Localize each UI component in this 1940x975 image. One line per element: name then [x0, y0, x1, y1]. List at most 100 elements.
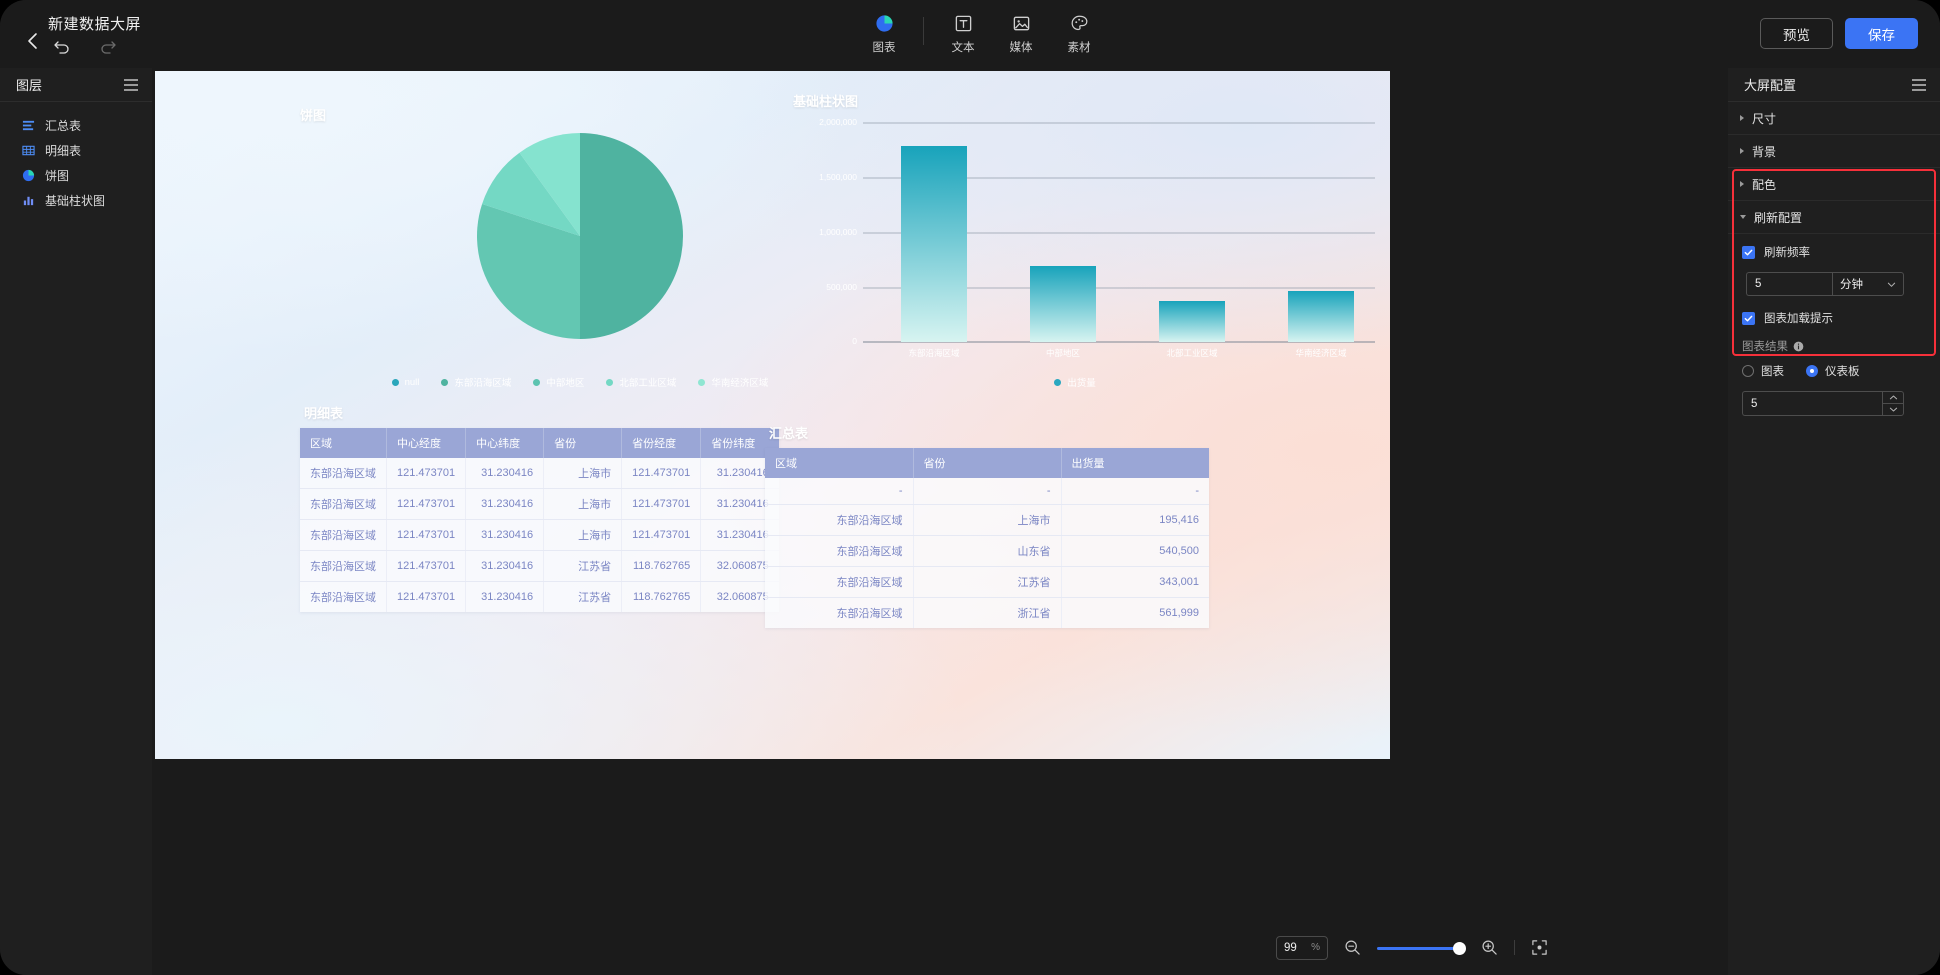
legend-item[interactable]: 出货量	[1054, 375, 1096, 389]
radio-dashboard[interactable]: 仪表板	[1806, 363, 1860, 379]
chevron-down-icon	[1889, 407, 1897, 412]
table-row[interactable]: 东部沿海区域 上海市 195,416	[765, 504, 1209, 536]
column-header[interactable]: 区域	[765, 448, 914, 478]
cell: -	[765, 478, 914, 505]
app-window: 新建数据大屏 图表 文本 媒体 素材 预览 保存 图层 汇总表 明细表 饼图 基…	[0, 0, 1940, 975]
canvas-area[interactable]: 饼图 null 东部沿海区域 中部地区 北部工业区域 华南经济区域 基础柱状图 …	[152, 68, 1728, 975]
y-tick-label: 1,000,000	[819, 227, 857, 237]
chevron-right-icon	[1740, 181, 1744, 187]
zoom-slider-handle[interactable]	[1453, 941, 1466, 955]
section-color-scheme[interactable]: 配色	[1728, 168, 1940, 201]
legend-item[interactable]: 东部沿海区域	[441, 375, 511, 389]
legend-label: 北部工业区域	[619, 378, 677, 389]
refresh-frequency-input[interactable]	[1746, 272, 1832, 296]
column-header[interactable]: 出货量	[1061, 448, 1209, 478]
stepper-increment-button[interactable]	[1883, 392, 1903, 404]
undo-icon	[54, 41, 69, 54]
bar	[1030, 266, 1096, 342]
zoom-out-button[interactable]	[1344, 939, 1361, 956]
chevron-down-icon	[1887, 282, 1896, 287]
refresh-config-body: 刷新频率 分钟 图表加载提示 图表结果	[1728, 234, 1940, 416]
stepper-buttons	[1882, 391, 1904, 416]
preview-button[interactable]: 预览	[1760, 18, 1833, 49]
column-header[interactable]: 省份经度	[621, 428, 702, 458]
zoom-slider-track	[1377, 946, 1465, 950]
dashboard-stage[interactable]: 饼图 null 东部沿海区域 中部地区 北部工业区域 华南经济区域 基础柱状图 …	[155, 71, 1390, 759]
summary-table: 区域 省份 出货量 - - - 东部沿海区域 上海市 195,416 东部沿海区…	[765, 448, 1209, 628]
column-header[interactable]: 中心经度	[386, 428, 467, 458]
refresh-unit-select[interactable]: 分钟	[1832, 272, 1904, 296]
tool-chart-label: 图表	[872, 42, 896, 54]
tool-media[interactable]: 媒体	[992, 11, 1050, 55]
table-row[interactable]: 东部沿海区域 121.473701 31.230416 江苏省 118.7627…	[300, 581, 779, 612]
chevron-right-icon	[1740, 148, 1744, 154]
bar-chart-widget[interactable]: 基础柱状图 2,000,000 1,500,000 1,000,000 500,…	[765, 83, 1385, 413]
collapse-panel-icon[interactable]	[1912, 78, 1926, 91]
stepper-decrement-button[interactable]	[1883, 404, 1903, 415]
collapse-panel-icon[interactable]	[124, 78, 138, 91]
bar	[901, 146, 967, 342]
refresh-frequency-checkbox[interactable]: 刷新频率	[1742, 244, 1926, 260]
table-row[interactable]: 东部沿海区域 江苏省 343,001	[765, 566, 1209, 598]
detail-table-widget[interactable]: 明细表 区域 中心经度 中心纬度 省份 省份经度 省份纬度 东部沿海区域 121…	[300, 403, 779, 612]
column-header[interactable]: 中心纬度	[465, 428, 545, 458]
y-tick-label: 1,500,000	[819, 172, 857, 182]
table-row[interactable]: 东部沿海区域 121.473701 31.230416 上海市 121.4737…	[300, 458, 779, 489]
zoom-in-button[interactable]	[1481, 939, 1498, 956]
legend-item[interactable]: 北部工业区域	[606, 375, 676, 389]
refresh-frequency-row: 分钟	[1746, 272, 1926, 296]
column-header[interactable]: 区域	[300, 428, 387, 458]
legend-item[interactable]: 中部地区	[533, 375, 584, 389]
cell: 山东省	[913, 535, 1062, 567]
section-size[interactable]: 尺寸	[1728, 102, 1940, 135]
tool-material[interactable]: 素材	[1050, 11, 1108, 55]
checkbox-checked-icon	[1742, 311, 1755, 325]
table-row[interactable]: 东部沿海区域 121.473701 31.230416 上海市 121.4737…	[300, 519, 779, 551]
section-background[interactable]: 背景	[1728, 135, 1940, 168]
table-row[interactable]: 东部沿海区域 121.473701 31.230416 上海市 121.4737…	[300, 488, 779, 520]
screen-config-panel: 大屏配置 尺寸 背景 配色 刷新配置 刷新频率 5 分钟 图表加载提示 图表结果…	[1728, 68, 1940, 975]
table-row[interactable]: - - -	[765, 478, 1209, 505]
radio-chart[interactable]: 图表	[1742, 363, 1784, 379]
tool-material-label: 素材	[1067, 42, 1091, 54]
column-header[interactable]: 省份	[913, 448, 1062, 478]
chart-loading-tip-checkbox[interactable]: 图表加载提示	[1742, 310, 1926, 326]
layer-item-pie-chart[interactable]: 饼图	[0, 164, 152, 186]
cell: 上海市	[543, 519, 623, 551]
layer-item-summary-table[interactable]: 汇总表	[0, 114, 152, 136]
zoom-input[interactable]: 99 %	[1276, 935, 1328, 960]
info-icon[interactable]	[1793, 341, 1804, 352]
cell: 343,001	[1061, 566, 1209, 598]
top-toolbar: 新建数据大屏 图表 文本 媒体 素材 预览 保存	[0, 0, 1940, 68]
zoom-out-icon	[1345, 940, 1360, 955]
table-row[interactable]: 东部沿海区域 121.473701 31.230416 江苏省 118.7627…	[300, 550, 779, 582]
chart-result-radio-group: 图表 仪表板	[1742, 363, 1926, 379]
tool-text[interactable]: 文本	[934, 11, 992, 55]
tool-chart[interactable]: 图表	[855, 11, 913, 55]
refresh-unit-value: 分钟	[1840, 279, 1863, 291]
legend-item[interactable]: null	[391, 377, 419, 388]
zoom-slider[interactable]	[1377, 940, 1466, 956]
table-row[interactable]: 东部沿海区域 浙江省 561,999	[765, 597, 1209, 628]
layer-item-detail-table[interactable]: 明细表	[0, 139, 152, 161]
table-header-row: 区域 中心经度 中心纬度 省份 省份经度 省份纬度	[300, 428, 779, 458]
column-header[interactable]: 省份	[543, 428, 623, 458]
x-tick-label: 华南经济区域	[1295, 348, 1347, 358]
tool-media-label: 媒体	[1009, 42, 1033, 54]
section-refresh-config[interactable]: 刷新配置	[1728, 201, 1940, 234]
table-row[interactable]: 东部沿海区域 山东省 540,500	[765, 535, 1209, 567]
legend-swatch	[391, 378, 399, 386]
radio-unselected-icon	[1742, 365, 1754, 377]
summary-table-widget[interactable]: 汇总表 区域 省份 出货量 - - - 东部沿海区域 上海市 195,416 东…	[765, 423, 1209, 628]
result-count-input[interactable]	[1742, 391, 1882, 416]
undo-button[interactable]	[52, 36, 72, 56]
legend-item[interactable]: 华南经济区域	[698, 375, 768, 389]
save-button[interactable]: 保存	[1845, 18, 1918, 49]
back-button[interactable]	[22, 28, 44, 54]
config-panel-header: 大屏配置	[1728, 68, 1940, 102]
bar	[1159, 301, 1225, 342]
fit-to-screen-button[interactable]	[1531, 939, 1548, 956]
top-actions: 预览 保存	[1760, 18, 1918, 49]
redo-button[interactable]	[98, 36, 118, 56]
layer-item-bar-chart[interactable]: 基础柱状图	[0, 189, 152, 211]
